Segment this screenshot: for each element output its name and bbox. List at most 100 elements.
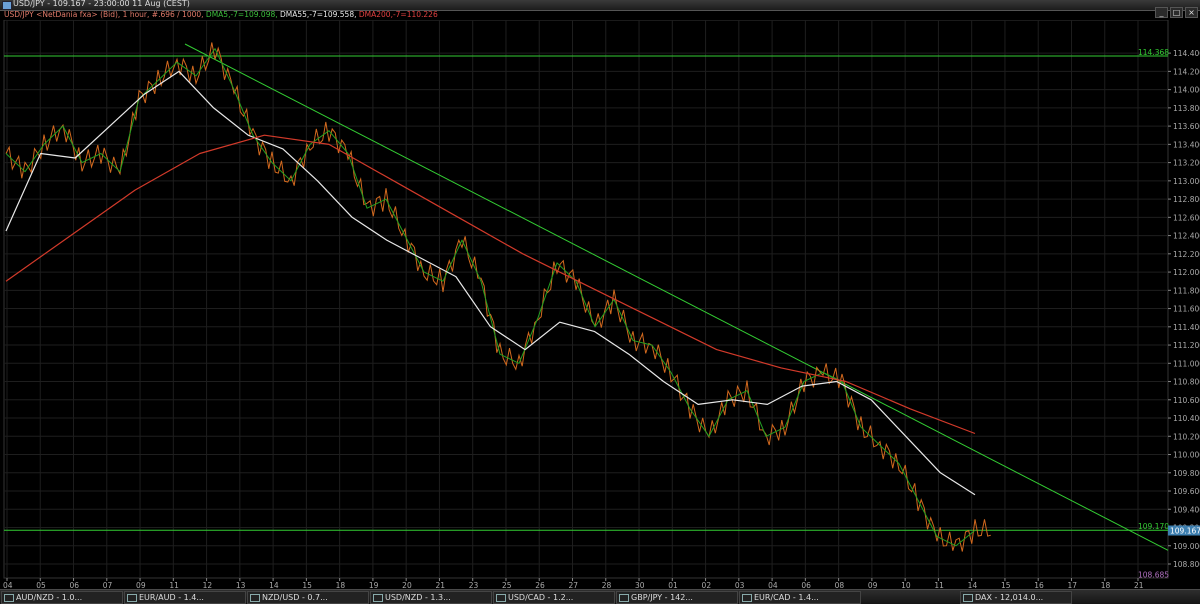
taskbar-item-label: AUD/NZD - 1.0... — [16, 593, 83, 602]
y-tick-label: 111.200 — [1173, 341, 1200, 350]
x-tick-label: 11 — [934, 581, 944, 589]
taskbar-item[interactable]: EUR/CAD - 1.4... — [739, 591, 861, 604]
x-tick-label: 04 — [768, 581, 778, 589]
price-chart[interactable]: 114.400 114.200 114.000 113.800 113.600 113.4… — [0, 20, 1200, 589]
y-tick-label: 114.200 — [1173, 67, 1200, 76]
taskbar-item[interactable]: DAX - 12,014.0... — [960, 591, 1072, 604]
taskbar-item[interactable]: USD/NZD - 1.3... — [370, 591, 492, 604]
level-label: 114.368 — [1138, 48, 1169, 57]
x-tick-label: 21 — [1134, 581, 1144, 589]
y-tick-label: 109.000 — [1173, 542, 1200, 551]
y-tick-label: 111.400 — [1173, 323, 1200, 332]
x-tick-label: 25 — [502, 581, 512, 589]
x-tick-label: 09 — [868, 581, 878, 589]
y-tick-label: 110.400 — [1173, 414, 1200, 423]
legend-dma5: DMA5,-7=109.098, — [205, 10, 278, 19]
taskbar-item-label: USD/NZD - 1.3... — [385, 593, 451, 602]
y-tick-label: 109.400 — [1173, 505, 1200, 514]
chart-legend: USD/JPY <NetDania fxa> (Bid), 1 hour, #.… — [4, 10, 438, 19]
plot-area — [3, 20, 1169, 579]
x-tick-label: 03 — [735, 581, 745, 589]
taskbar-item-label: USD/CAD - 1.2... — [508, 593, 574, 602]
x-tick-label: 19 — [369, 581, 379, 589]
y-tick-label: 113.200 — [1173, 159, 1200, 168]
x-tick-label: 11 — [169, 581, 179, 589]
y-tick-label: 109.600 — [1173, 487, 1200, 496]
x-tick-label: 13 — [236, 581, 246, 589]
x-tick-label: 18 — [336, 581, 346, 589]
x-tick-label: 10 — [901, 581, 911, 589]
window-icon — [373, 593, 383, 602]
window-icon — [250, 593, 260, 602]
y-tick-label: 112.600 — [1173, 213, 1200, 222]
legend-dma55: DMA55,-7=109.558, — [280, 10, 357, 19]
y-tick-label: 113.600 — [1173, 122, 1200, 131]
maximize-button[interactable]: □ — [1170, 7, 1183, 18]
taskbar-item[interactable]: NZD/USD - 0.7... — [247, 591, 369, 604]
y-tick-label: 113.000 — [1173, 177, 1200, 186]
taskbar-item[interactable]: USD/CAD - 1.2... — [493, 591, 615, 604]
y-tick-label: 113.400 — [1173, 140, 1200, 149]
y-tick-label: 110.000 — [1173, 451, 1200, 460]
taskbar-item[interactable]: AUD/NZD - 1.0... — [1, 591, 123, 604]
x-tick-label: 08 — [835, 581, 845, 589]
x-tick-label: 05 — [36, 581, 46, 589]
window-buttons: _ □ × — [1153, 0, 1198, 18]
x-tick-label: 16 — [1034, 581, 1044, 589]
level-label: 109.170 — [1138, 522, 1169, 531]
x-tick-label: 02 — [702, 581, 712, 589]
y-tick-label: 114.000 — [1173, 86, 1200, 95]
y-tick-label: 110.600 — [1173, 396, 1200, 405]
window-icon — [742, 593, 752, 602]
y-tick-label: 111.600 — [1173, 305, 1200, 314]
y-tick-label: 112.400 — [1173, 232, 1200, 241]
app-icon — [2, 1, 12, 10]
y-tick-label: 113.800 — [1173, 104, 1200, 113]
x-tick-label: 06 — [70, 581, 80, 589]
x-tick-label: 17 — [1067, 581, 1077, 589]
close-button[interactable]: × — [1185, 7, 1198, 18]
window-icon — [4, 593, 14, 602]
window-title: USD/JPY - 109.167 - 23:00:00 11 Aug (CES… — [13, 0, 190, 8]
taskbar-item-label: GBP/JPY - 142... — [631, 593, 693, 602]
y-tick-label: 112.000 — [1173, 268, 1200, 277]
y-tick-label: 112.800 — [1173, 195, 1200, 204]
current-price-label: 109.167 — [1170, 527, 1200, 536]
x-tick-label: 01 — [668, 581, 678, 589]
x-tick-label: 21 — [435, 581, 445, 589]
y-tick-label: 111.800 — [1173, 286, 1200, 295]
x-tick-label: 09 — [136, 581, 146, 589]
taskbar-item[interactable]: EUR/AUD - 1.4... — [124, 591, 246, 604]
x-tick-label: 28 — [602, 581, 612, 589]
legend-instrument: USD/JPY <NetDania fxa> (Bid), 1 hour, #.… — [4, 10, 204, 19]
x-tick-label: 07 — [103, 581, 113, 589]
x-tick-label: 04 — [3, 581, 13, 589]
legend-dma200: DMA200,-7=110.226 — [358, 10, 438, 19]
x-tick-label: 18 — [1101, 581, 1111, 589]
x-tick-label: 15 — [302, 581, 312, 589]
low-marker-label: 108.685 — [1138, 570, 1169, 579]
taskbar-item-label: NZD/USD - 0.7... — [262, 593, 328, 602]
taskbar-item[interactable]: GBP/JPY - 142... — [616, 591, 738, 604]
x-tick-label: 14 — [269, 581, 279, 589]
window-icon — [619, 593, 629, 602]
window-icon — [496, 593, 506, 602]
x-tick-label: 27 — [569, 581, 579, 589]
taskbar: AUD/NZD - 1.0... EUR/AUD - 1.4... NZD/USD … — [0, 589, 1200, 604]
y-tick-label: 110.200 — [1173, 432, 1200, 441]
y-tick-label: 109.800 — [1173, 469, 1200, 478]
window-icon — [963, 593, 973, 602]
x-tick-label: 26 — [535, 581, 545, 589]
x-tick-label: 15 — [1001, 581, 1011, 589]
y-tick-label: 114.400 — [1173, 49, 1200, 58]
taskbar-item-label: DAX - 12,014.0... — [975, 593, 1044, 602]
x-tick-label: 23 — [469, 581, 479, 589]
x-tick-label: 12 — [203, 581, 213, 589]
x-tick-label: 30 — [635, 581, 645, 589]
x-tick-label: 06 — [801, 581, 811, 589]
y-tick-label: 110.800 — [1173, 378, 1200, 387]
taskbar-item-label: EUR/CAD - 1.4... — [754, 593, 819, 602]
y-tick-label: 112.200 — [1173, 250, 1200, 259]
y-tick-label: 108.800 — [1173, 560, 1200, 569]
minimize-button[interactable]: _ — [1155, 7, 1168, 18]
